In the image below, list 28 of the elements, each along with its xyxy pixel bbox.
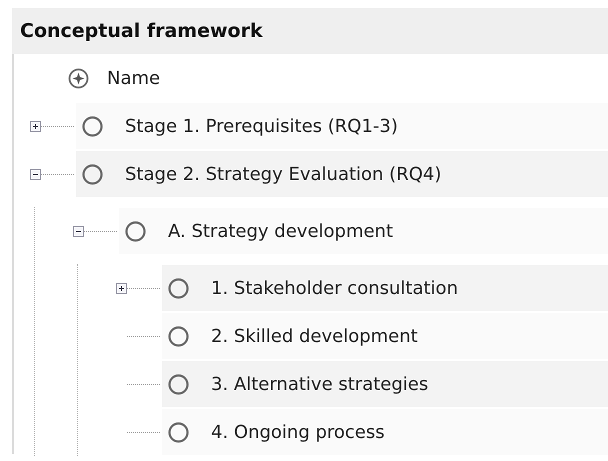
radio-icon[interactable]	[168, 278, 189, 298]
tree-row[interactable]: Stage 2. Strategy Evaluation (RQ4)	[76, 151, 608, 197]
column-header[interactable]: Name	[107, 68, 160, 88]
radio-icon[interactable]	[168, 422, 189, 442]
radio-icon[interactable]	[82, 164, 103, 184]
tree-row[interactable]: 3. Alternative strategies	[162, 361, 608, 407]
tree-item-label: Stage 1. Prerequisites (RQ1-3)	[125, 116, 398, 136]
tree-item-label: 2. Skilled development	[211, 326, 418, 346]
radio-icon[interactable]	[168, 374, 189, 394]
column-header-icon	[68, 68, 89, 88]
radio-icon[interactable]	[82, 116, 103, 136]
expand-icon[interactable]	[116, 282, 127, 294]
collapse-icon[interactable]	[30, 168, 41, 180]
tree-row[interactable]: 1. Stakeholder consultation	[162, 265, 608, 311]
tree-row[interactable]: A. Strategy development	[119, 208, 608, 254]
radio-icon[interactable]	[125, 220, 146, 242]
tree-item-label: A. Strategy development	[168, 220, 394, 242]
collapse-icon[interactable]	[73, 226, 84, 236]
tree-item-label: 3. Alternative strategies	[211, 374, 428, 394]
tree-row[interactable]: Stage 1. Prerequisites (RQ1-3)	[76, 103, 608, 149]
tree-row[interactable]: 4. Ongoing process	[162, 409, 608, 455]
tree-item-label: Stage 2. Strategy Evaluation (RQ4)	[125, 164, 442, 184]
tree-item-label: 4. Ongoing process	[211, 422, 385, 442]
tree-item-label: 1. Stakeholder consultation	[211, 278, 458, 298]
panel-title: Conceptual framework	[20, 20, 263, 42]
radio-icon[interactable]	[168, 326, 189, 346]
tree-row[interactable]: 2. Skilled development	[162, 313, 608, 359]
expand-icon[interactable]	[30, 120, 41, 132]
